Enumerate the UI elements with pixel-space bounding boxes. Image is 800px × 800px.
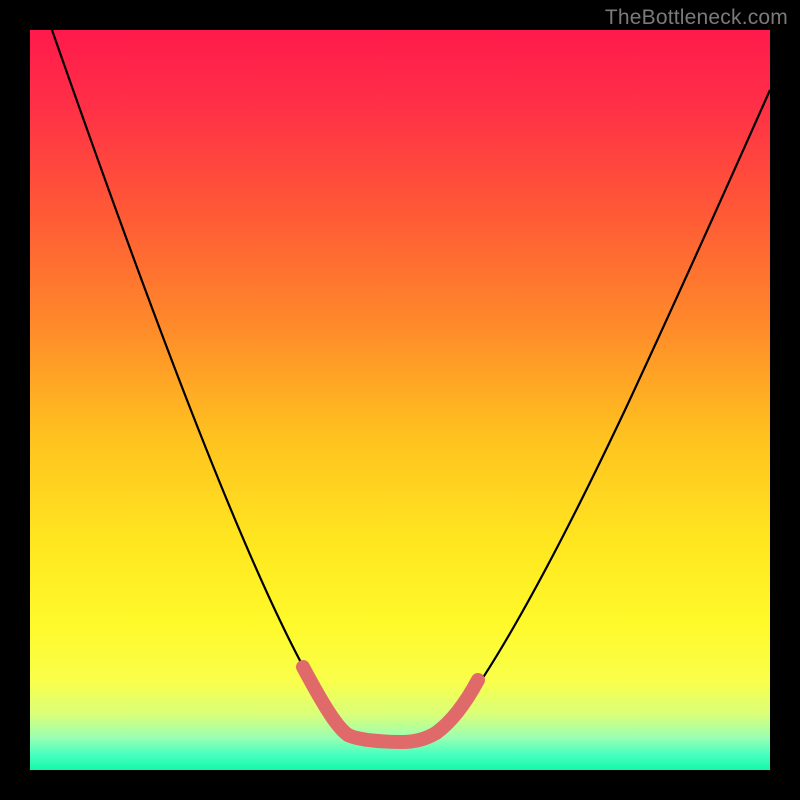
watermark-text: TheBottleneck.com	[605, 6, 788, 30]
plot-area	[30, 30, 770, 770]
chart-stage: TheBottleneck.com	[0, 0, 800, 800]
gradient-background	[30, 30, 770, 770]
plot-svg	[30, 30, 770, 770]
